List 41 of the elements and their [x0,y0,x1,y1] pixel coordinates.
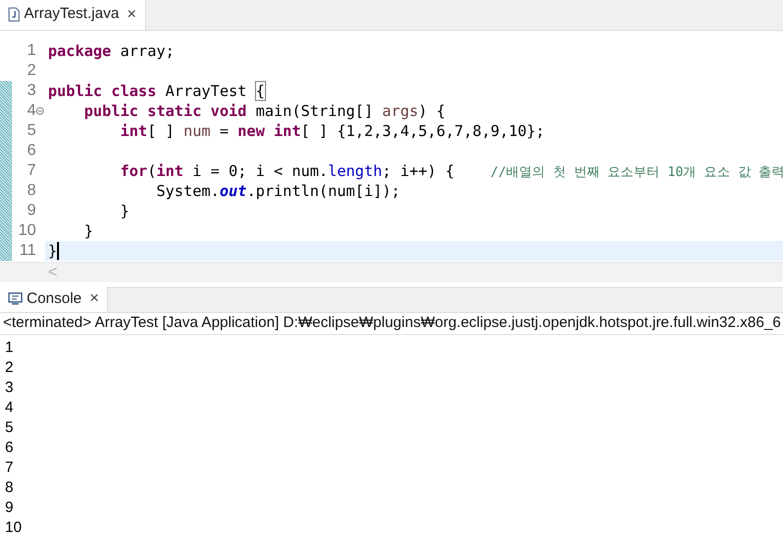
tab-title: ArrayTest.java [24,4,120,24]
console-status: <terminated> ArrayTest [Java Application] D:₩eclipse₩plugins₩org.eclipse.justj.openjdk.hotspot.jre.full.win32.x86_6 [2,313,781,334]
java-file-icon [8,7,20,22]
code-line: } [83,220,94,242]
console-tab[interactable]: Console × [0,286,108,312]
tab-title: Console [26,288,82,309]
line-number: 4 [27,101,36,121]
close-button[interactable]: × [90,291,99,307]
line-number: 7 [27,161,36,181]
console-output-line: 8 [5,478,14,498]
line-number: 11 [19,241,36,261]
code-line: public class ArrayTest { [48,80,265,102]
line-number: 2 [27,61,36,81]
text-cursor [57,242,60,260]
line-number: 10 [18,221,36,241]
code-line: System.out.println(num[i]); [155,180,400,202]
console-output-line: 6 [5,438,14,458]
code-line: } [119,200,130,222]
console-output-line: 3 [5,378,14,398]
code-line: public static void main(String[] args) { [83,100,446,122]
console-output-line: 10 [5,518,22,538]
editor-tab[interactable]: ArrayTest.java × [0,0,146,30]
code-line: } [48,240,58,262]
console-output-line: 7 [5,458,14,478]
console-icon [8,292,23,306]
code-line: for(int i = 0; i < num.length; i++) { //배열의 첫 번째 요소부터 10개 요소 값 출력 [119,160,783,182]
console-output-line: 2 [5,358,14,378]
code-line: int[ ] num = new int[ ] {1,2,3,4,5,6,7,8,9,10}; [119,120,545,142]
line-number: 6 [27,141,36,161]
collapse-icon[interactable] [36,107,44,115]
line-number: 8 [27,181,36,201]
console-output-line: 5 [5,418,14,438]
line-number: 3 [27,81,36,101]
close-button[interactable]: × [127,6,136,22]
line-number: 1 [27,41,36,61]
console-output-line: 9 [5,498,14,518]
code-line: package array; [48,40,174,62]
line-number: 9 [27,201,36,221]
console-output-line: 1 [5,338,14,358]
line-number: 5 [27,121,36,141]
console-output-line: 4 [5,398,14,418]
